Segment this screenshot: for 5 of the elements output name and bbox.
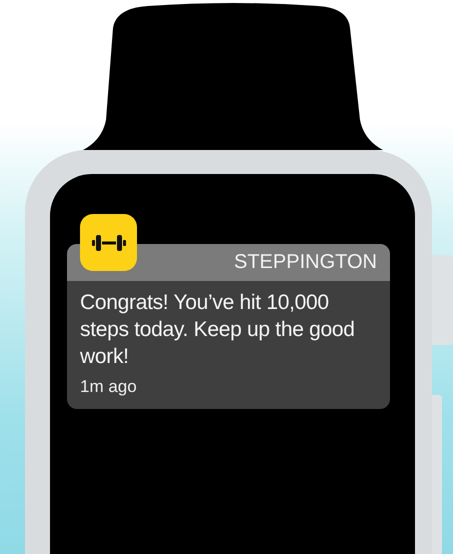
dumbbell-icon	[92, 232, 126, 252]
app-name: STEPPINGTON	[234, 251, 377, 274]
notification-card[interactable]: STEPPINGTON Congrats! You’ve hit 10,000 steps today. Keep up the good work! 1m ago	[67, 244, 390, 409]
notification-message: Congrats! You’ve hit 10,000 steps today. Keep up the good work!	[80, 290, 356, 370]
notification-time: 1m ago	[80, 377, 138, 397]
